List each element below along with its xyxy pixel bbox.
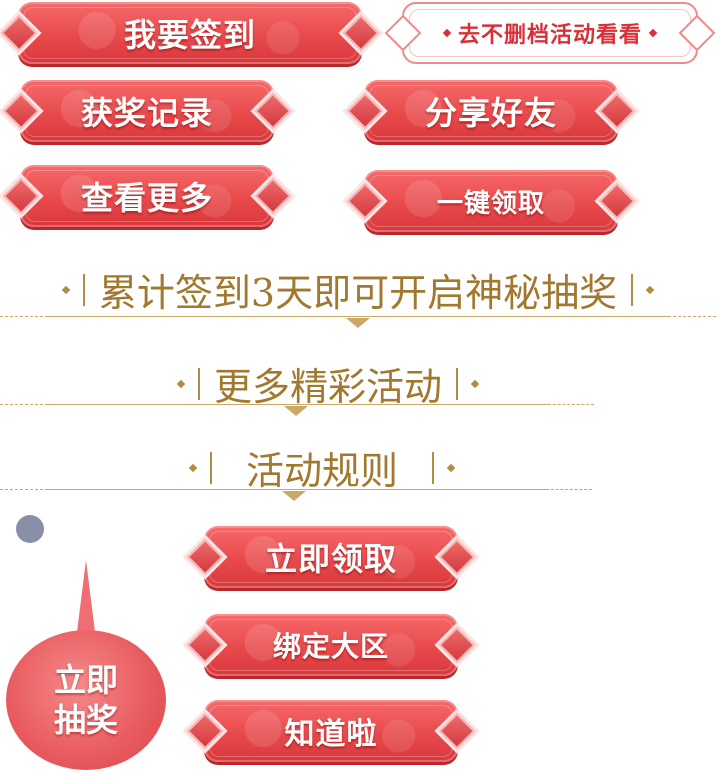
- more-events-heading: 更多精彩活动: [0, 356, 716, 411]
- divider: [48, 316, 668, 317]
- divider: [631, 273, 634, 306]
- diamond-icon: [645, 285, 655, 294]
- divider: [0, 316, 48, 317]
- prize-record-button[interactable]: 获奖记录: [2, 80, 292, 142]
- divider: [546, 489, 592, 490]
- divider: [668, 316, 716, 317]
- lottery-button[interactable]: 立即 抽奖: [6, 630, 166, 770]
- diamond-icon: [61, 285, 71, 294]
- claim-now-button[interactable]: 立即领取: [186, 526, 476, 588]
- rules-heading: 活动规则: [0, 440, 716, 495]
- bind-region-label: 绑定大区: [272, 630, 389, 663]
- divider: [82, 273, 85, 306]
- chevron-down-icon: [282, 491, 306, 501]
- divider: [48, 489, 546, 490]
- one-click-claim-label: 一键领取: [436, 188, 545, 219]
- chevron-down-icon: [346, 318, 370, 328]
- sign-in-button[interactable]: 我要签到: [0, 2, 380, 64]
- divider: [0, 489, 48, 490]
- see-more-label: 查看更多: [80, 179, 213, 217]
- no-delete-event-button[interactable]: 去不删档活动看看: [384, 2, 716, 64]
- divider: [209, 451, 212, 484]
- see-more-button[interactable]: 查看更多: [2, 165, 292, 227]
- divider: [548, 404, 594, 405]
- lottery-label-line1: 立即: [53, 661, 118, 699]
- sign-in-label: 我要签到: [123, 16, 256, 54]
- lottery-label-line2: 抽奖: [53, 701, 118, 739]
- share-friend-button[interactable]: 分享好友: [346, 80, 636, 142]
- claim-now-label: 立即领取: [264, 540, 397, 578]
- cumulative-heading: 累计签到3天即可开启神秘抽奖: [0, 262, 716, 317]
- diamond-icon: [176, 379, 186, 388]
- divider: [0, 404, 48, 405]
- got-it-label: 知道啦: [284, 717, 378, 752]
- divider: [48, 404, 548, 405]
- indicator-dot: [16, 515, 44, 543]
- one-click-claim-button[interactable]: 一键领取: [346, 170, 636, 232]
- chevron-down-icon: [284, 406, 308, 416]
- lottery-bubble-pointer: [76, 560, 96, 640]
- divider: [456, 367, 458, 400]
- no-delete-event-label: 去不删档活动看看: [457, 22, 642, 48]
- divider: [197, 367, 200, 400]
- diamond-icon: [188, 463, 198, 472]
- diamond-icon: [446, 463, 456, 472]
- more-events-heading-text: 更多精彩活动: [213, 365, 442, 409]
- cumulative-heading-text: 累计签到3天即可开启神秘抽奖: [98, 271, 618, 315]
- rules-heading-text: 活动规则: [245, 449, 398, 493]
- got-it-button[interactable]: 知道啦: [186, 700, 476, 762]
- diamond-icon: [470, 379, 480, 388]
- bind-region-button[interactable]: 绑定大区: [186, 614, 476, 676]
- share-friend-label: 分享好友: [424, 94, 557, 132]
- divider: [432, 451, 434, 484]
- prize-record-label: 获奖记录: [80, 94, 213, 132]
